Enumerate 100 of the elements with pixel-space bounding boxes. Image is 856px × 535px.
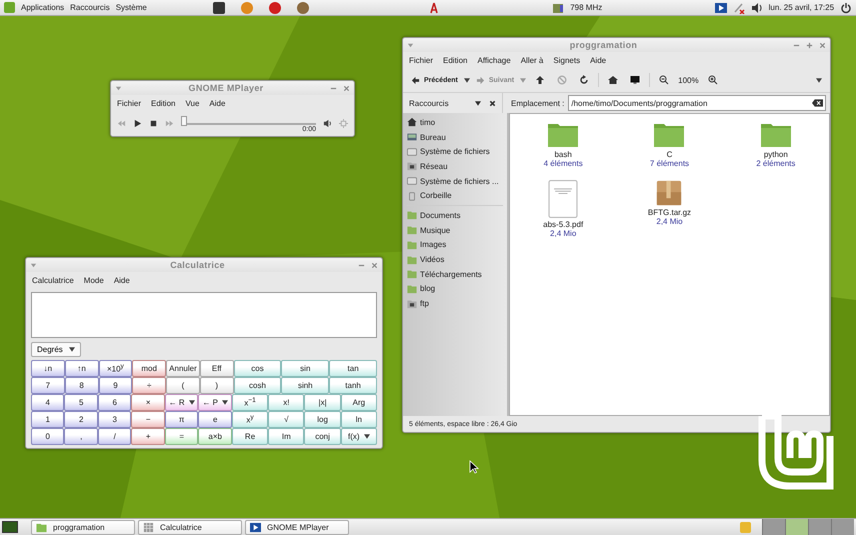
video-icon[interactable]	[714, 2, 727, 14]
calculator-key[interactable]: ×10$^{y}$	[98, 360, 132, 377]
calculator-key[interactable]: 0	[31, 428, 64, 445]
panel-menu[interactable]: Applications	[21, 3, 64, 12]
stop-icon[interactable]	[149, 118, 158, 128]
calculator-key[interactable]: |x|	[304, 394, 341, 411]
monitor-icon[interactable]	[630, 75, 640, 85]
reload-icon[interactable]	[579, 75, 590, 85]
sidebar-item[interactable]: Bureau	[407, 130, 503, 144]
menu-item[interactable]: Mode	[84, 276, 104, 284]
menu-item[interactable]: Vue	[185, 98, 200, 108]
sidebar-item[interactable]: timo	[407, 115, 503, 130]
seek-thumb[interactable]	[181, 116, 187, 126]
calculator-key[interactable]: ↓n	[31, 360, 65, 377]
sidebar-item[interactable]: Réseau	[407, 159, 503, 174]
home-icon[interactable]	[608, 75, 618, 85]
calculator-key[interactable]: Arg	[340, 394, 377, 411]
file-name[interactable]: BFTG.tar.gz	[648, 208, 692, 217]
workspace-switcher[interactable]	[762, 519, 854, 535]
calculator-key[interactable]: cosh	[234, 377, 282, 394]
sidebar-item[interactable]: Musique	[407, 222, 503, 238]
calculator-key[interactable]: x$^{y}$	[232, 411, 268, 428]
sidebar-item[interactable]: Corbeille	[407, 188, 503, 204]
calculator-key[interactable]: ln	[340, 411, 377, 428]
show-desktop-icon[interactable]	[2, 521, 18, 533]
calculator-key[interactable]: ← P	[198, 394, 232, 411]
seek-slider[interactable]	[181, 117, 316, 125]
calculator-key[interactable]: )	[200, 377, 234, 394]
file-name[interactable]: C	[666, 150, 672, 159]
calculator-key[interactable]: 9	[98, 377, 132, 394]
fullscreen-icon[interactable]	[339, 118, 348, 128]
close-icon[interactable]	[489, 100, 496, 106]
calculator-key[interactable]: 2	[64, 411, 98, 428]
calculator-key[interactable]: sinh	[281, 377, 330, 394]
clock[interactable]: lun. 25 avril, 17:25	[768, 3, 834, 12]
calculator-key[interactable]: /	[98, 428, 132, 445]
folder-icon[interactable]	[760, 122, 792, 148]
calculator-key[interactable]: sin	[281, 360, 330, 377]
panel-menu[interactable]: Raccourcis	[70, 3, 110, 12]
file-name[interactable]: bash	[554, 150, 572, 159]
calculator-key[interactable]: e	[198, 411, 232, 428]
taskbar-button[interactable]: proggramation	[31, 520, 135, 534]
panel-menu[interactable]: Système	[116, 3, 147, 12]
calculator-key[interactable]: 1	[31, 411, 64, 428]
zoom-out-icon[interactable]	[659, 75, 670, 85]
calculator-key[interactable]: π	[164, 411, 198, 428]
calculator-key[interactable]: tan	[329, 360, 377, 377]
sidebar-item[interactable]: blog	[407, 282, 503, 296]
play-icon[interactable]	[133, 118, 142, 128]
menu-item[interactable]: Affichage	[477, 56, 511, 64]
calculator-key[interactable]: Im	[268, 428, 304, 445]
clear-icon[interactable]	[812, 99, 823, 107]
sidebar-item[interactable]: Système de fichiers	[407, 144, 503, 160]
calculator-key[interactable]: 4	[31, 394, 64, 411]
taskbar-button[interactable]: Calculatrice	[138, 520, 242, 534]
calculator-key[interactable]: Annuler	[166, 360, 200, 377]
caret-icon[interactable]	[816, 78, 822, 82]
up-arrow-icon[interactable]	[535, 75, 546, 85]
maximize-icon[interactable]	[806, 42, 813, 48]
menu-item[interactable]: Edition	[443, 56, 468, 64]
sidebar-title[interactable]: Raccourcis	[409, 98, 467, 108]
calculator-key[interactable]: f(x)	[340, 428, 377, 445]
calculator-key[interactable]: 7	[31, 377, 65, 394]
calculator-key[interactable]: 3	[98, 411, 132, 428]
calculator-key[interactable]: mod	[132, 360, 166, 377]
calculator-key[interactable]: x!	[268, 394, 304, 411]
calculator-key[interactable]: ← R	[164, 394, 198, 411]
menu-item[interactable]: Fichier	[117, 98, 142, 108]
sidebar-item[interactable]: Vidéos	[407, 252, 503, 267]
location-field[interactable]: /home/timo/Documents/proggramation	[568, 95, 826, 111]
file-name[interactable]: abs-5.3.pdf	[543, 220, 584, 229]
calculator-key[interactable]: 8	[64, 377, 99, 394]
volume-icon[interactable]	[750, 2, 763, 14]
calculator-key[interactable]: x$^{−1}$	[232, 394, 268, 411]
sidebar-item[interactable]: Images	[407, 238, 503, 252]
calculator-key[interactable]: ÷	[132, 377, 166, 394]
calculator-display[interactable]	[31, 292, 377, 338]
caret-icon[interactable]	[475, 100, 481, 106]
angle-unit-dropdown[interactable]: Degrés	[31, 342, 81, 357]
calculator-key[interactable]: =	[164, 428, 198, 445]
sidebar-item[interactable]: Documents	[407, 208, 503, 223]
calculator-key[interactable]: 5	[64, 394, 98, 411]
calculator-key[interactable]: tanh	[329, 377, 377, 394]
terminal-icon[interactable]	[212, 2, 225, 14]
menu-item[interactable]: Calculatrice	[32, 276, 74, 284]
menu-item[interactable]: Edition	[151, 98, 176, 108]
folder-icon[interactable]	[547, 122, 580, 148]
menu-item[interactable]: Aide	[209, 98, 226, 108]
power-icon[interactable]	[840, 2, 852, 14]
calculator-key[interactable]: Re	[232, 428, 268, 445]
menu-item[interactable]: Aide	[114, 276, 130, 284]
folder-icon[interactable]	[653, 122, 686, 148]
calculator-key[interactable]: ↑n	[64, 360, 99, 377]
calculator-key[interactable]: conj	[304, 428, 341, 445]
menu-icon[interactable]	[4, 2, 15, 13]
sidebar-item[interactable]: Téléchargements	[407, 266, 503, 282]
calculator-key[interactable]: √	[268, 411, 304, 428]
file-name[interactable]: python	[764, 150, 788, 159]
app-icon[interactable]	[268, 2, 281, 14]
sidebar-item[interactable]: Système de fichiers ...	[407, 174, 503, 188]
